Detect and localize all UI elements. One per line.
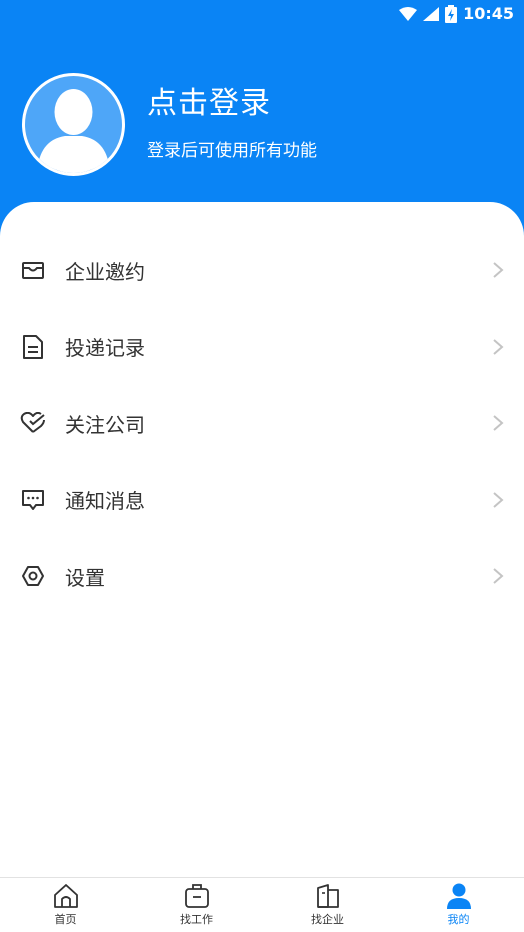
login-title[interactable]: 点击登录 <box>147 78 271 122</box>
heart-check-icon <box>20 410 46 436</box>
tab-label: 找企业 <box>311 913 344 926</box>
bottom-tab-bar: 首页 找工作 找企业 我的 <box>0 877 524 932</box>
tab-mine[interactable]: 我的 <box>393 878 524 932</box>
menu-item-settings[interactable]: 设置 <box>0 538 524 615</box>
briefcase-icon <box>184 884 209 908</box>
menu-item-label: 设置 <box>65 565 105 590</box>
home-icon <box>53 884 78 908</box>
tab-label: 我的 <box>447 913 470 926</box>
building-icon <box>316 884 339 908</box>
cellular-signal-icon <box>423 6 440 21</box>
document-icon <box>20 334 46 360</box>
menu-item-label: 关注公司 <box>65 412 145 437</box>
menu-item-notifications[interactable]: 通知消息 <box>0 462 524 539</box>
chevron-right-icon <box>493 338 504 355</box>
menu-item-applications[interactable]: 投递记录 <box>0 309 524 386</box>
tab-label: 首页 <box>54 913 77 926</box>
content-card: 企业邀约 投递记录 关注公司 通知消息 设置 <box>0 202 524 878</box>
menu-list: 企业邀约 投递记录 关注公司 通知消息 设置 <box>0 232 524 615</box>
chevron-right-icon <box>493 262 504 279</box>
battery-charging-icon <box>445 4 458 23</box>
chat-bubble-icon <box>20 487 46 513</box>
menu-item-label: 通知消息 <box>65 489 145 514</box>
menu-item-invitations[interactable]: 企业邀约 <box>0 232 524 309</box>
menu-item-label: 企业邀约 <box>65 259 145 284</box>
user-icon <box>446 883 471 909</box>
tab-find-jobs[interactable]: 找工作 <box>131 878 262 932</box>
settings-icon <box>20 563 46 589</box>
chevron-right-icon <box>493 415 504 432</box>
default-avatar-icon <box>37 89 110 173</box>
status-bar: 10:45 <box>0 0 524 28</box>
wifi-icon <box>399 6 418 21</box>
envelope-icon <box>20 257 46 283</box>
tab-home[interactable]: 首页 <box>0 878 131 932</box>
tab-find-companies[interactable]: 找企业 <box>262 878 393 932</box>
menu-item-followed-companies[interactable]: 关注公司 <box>0 385 524 462</box>
menu-item-label: 投递记录 <box>65 336 145 361</box>
tab-label: 找工作 <box>180 913 213 926</box>
chevron-right-icon <box>493 491 504 508</box>
chevron-right-icon <box>493 568 504 585</box>
avatar[interactable] <box>22 73 125 176</box>
login-subtitle: 登录后可使用所有功能 <box>147 141 317 161</box>
status-time: 10:45 <box>463 4 514 23</box>
